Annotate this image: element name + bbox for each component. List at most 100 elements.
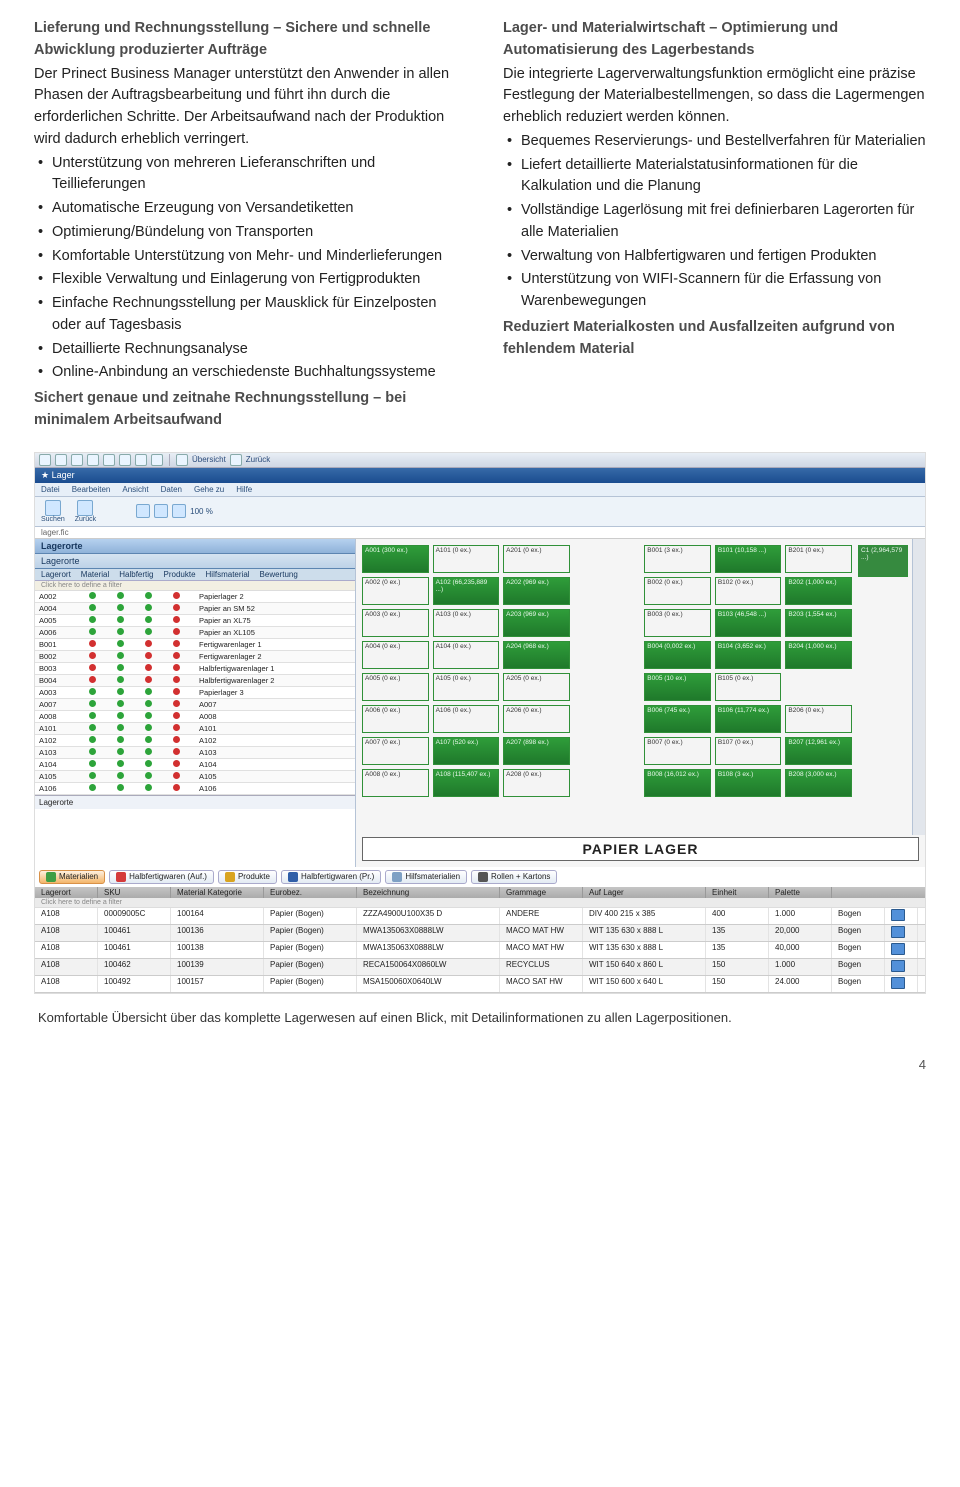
storage-cell[interactable]: A104 (0 ex.) [433, 641, 500, 669]
table-row[interactable]: A108100461100136Papier (Bogen)MWA135063X… [35, 925, 925, 942]
table-row[interactable]: A10800009005C100164Papier (Bogen)ZZZA490… [35, 908, 925, 925]
storage-cell[interactable]: A004 (0 ex.) [362, 641, 429, 669]
row-detail-icon[interactable] [891, 943, 905, 955]
column-header[interactable]: Grammage [500, 887, 583, 898]
column-header[interactable]: Palette [769, 887, 832, 898]
storage-cell[interactable]: A108 (115,407 ex.) [433, 769, 500, 797]
table-row[interactable]: A007A007 [35, 698, 355, 710]
table-row[interactable]: B002Fertigwarenlager 2 [35, 650, 355, 662]
menu-item[interactable]: Ansicht [122, 485, 148, 494]
row-detail-icon[interactable] [891, 977, 905, 989]
storage-cell[interactable]: B102 (0 ex.) [715, 577, 782, 605]
storage-cell[interactable]: A201 (0 ex.) [503, 545, 570, 573]
panel-head-lagerorte[interactable]: Lagerorte [35, 539, 355, 554]
table-row[interactable]: A108100462100139Papier (Bogen)RECA150064… [35, 959, 925, 976]
tab[interactable]: Rollen + Kartons [471, 870, 557, 884]
overview-icon[interactable] [176, 454, 188, 466]
column-header[interactable]: Bezeichnung [357, 887, 500, 898]
table-row[interactable]: A101A101 [35, 722, 355, 734]
storage-cell[interactable]: A206 (0 ex.) [503, 705, 570, 733]
storage-cell[interactable]: B204 (1,000 ex.) [785, 641, 852, 669]
row-detail-icon[interactable] [891, 909, 905, 921]
win-icon[interactable] [119, 454, 131, 466]
row-detail-icon[interactable] [891, 960, 905, 972]
table-row[interactable]: A002Papierlager 2 [35, 591, 355, 603]
table-row[interactable]: A108100461100138Papier (Bogen)MWA135063X… [35, 942, 925, 959]
storage-cell[interactable]: B005 (10 ex.) [644, 673, 711, 701]
storage-cell[interactable]: A006 (0 ex.) [362, 705, 429, 733]
storage-cell[interactable]: A001 (300 ex.) [362, 545, 429, 573]
storage-cell[interactable]: A002 (0 ex.) [362, 577, 429, 605]
storage-cell[interactable]: A103 (0 ex.) [433, 609, 500, 637]
column-header[interactable]: SKU [98, 887, 171, 898]
storage-cell[interactable]: B006 (745 ex.) [644, 705, 711, 733]
storage-cell[interactable]: A107 (520 ex.) [433, 737, 500, 765]
storage-cell[interactable]: B103 (46,548 ...) [715, 609, 782, 637]
column-header[interactable]: Halbfertig [119, 570, 153, 579]
storage-cell[interactable]: B106 (11,774 ex.) [715, 705, 782, 733]
storage-cell[interactable]: A205 (0 ex.) [503, 673, 570, 701]
storage-cell[interactable]: C1 (2,964,579 ...) [858, 545, 908, 577]
storage-cell[interactable]: B203 (1,554 ex.) [785, 609, 852, 637]
table-row[interactable]: A103A103 [35, 746, 355, 758]
tab[interactable]: Materialien [39, 870, 105, 884]
win-icon[interactable] [103, 454, 115, 466]
table-row[interactable]: A105A105 [35, 770, 355, 782]
column-header[interactable]: Lagerort [41, 570, 71, 579]
storage-cell[interactable]: A208 (0 ex.) [503, 769, 570, 797]
table-row[interactable]: A108100492100157Papier (Bogen)MSA150060X… [35, 976, 925, 993]
vscroll[interactable] [912, 539, 925, 835]
search-button[interactable]: Suchen [41, 500, 65, 523]
tab[interactable]: Halbfertigwaren (Auf.) [109, 870, 214, 884]
zoom-controls[interactable]: 100 % [136, 504, 213, 518]
column-header[interactable]: Auf Lager [583, 887, 706, 898]
storage-cell[interactable]: A008 (0 ex.) [362, 769, 429, 797]
storage-cell[interactable]: A203 (969 ex.) [503, 609, 570, 637]
storage-cell[interactable]: A106 (0 ex.) [433, 705, 500, 733]
storage-cell[interactable]: B201 (0 ex.) [785, 545, 852, 573]
back-button[interactable]: Zurück [75, 500, 96, 523]
table-row[interactable]: B004Halbfertigwarenlager 2 [35, 674, 355, 686]
storage-cell[interactable]: A003 (0 ex.) [362, 609, 429, 637]
column-header[interactable]: Hilfsmaterial [206, 570, 250, 579]
column-header[interactable]: Material Kategorie [171, 887, 264, 898]
menu-item[interactable]: Gehe zu [194, 485, 224, 494]
table-row[interactable]: A006Papier an XL105 [35, 626, 355, 638]
storage-cell[interactable]: B202 (1,000 ex.) [785, 577, 852, 605]
win-icon[interactable] [55, 454, 67, 466]
tab[interactable]: Halbfertigwaren (Pr.) [281, 870, 381, 884]
storage-cell[interactable]: B206 (0 ex.) [785, 705, 852, 733]
win-icon[interactable] [135, 454, 147, 466]
storage-cell[interactable]: A102 (66,235,889 ...) [433, 577, 500, 605]
menu-item[interactable]: Daten [161, 485, 182, 494]
column-header[interactable]: Eurobez. [264, 887, 357, 898]
storage-cell[interactable]: B208 (3,000 ex.) [785, 769, 852, 797]
back-label[interactable]: Zurück [246, 455, 270, 464]
table-row[interactable]: A003Papierlager 3 [35, 686, 355, 698]
panel-sub-lagerorte[interactable]: Lagerorte [35, 554, 355, 569]
back-icon[interactable] [230, 454, 242, 466]
storage-cell[interactable]: A207 (898 ex.) [503, 737, 570, 765]
win-icon[interactable] [151, 454, 163, 466]
storage-cell[interactable]: A202 (969 ex.) [503, 577, 570, 605]
storage-cell[interactable]: A005 (0 ex.) [362, 673, 429, 701]
filter-hint[interactable]: Click here to define a filter [35, 581, 355, 591]
zoom-first-icon[interactable] [136, 504, 150, 518]
table-row[interactable]: A104A104 [35, 758, 355, 770]
storage-cell[interactable]: B003 (0 ex.) [644, 609, 711, 637]
tab[interactable]: Produkte [218, 870, 277, 884]
storage-cell[interactable]: A101 (0 ex.) [433, 545, 500, 573]
tab[interactable]: Hilfsmaterialien [385, 870, 467, 884]
storage-cell[interactable]: B002 (0 ex.) [644, 577, 711, 605]
column-header[interactable]: Bewertung [260, 570, 298, 579]
table-row[interactable]: A004Papier an SM 52 [35, 602, 355, 614]
row-detail-icon[interactable] [891, 926, 905, 938]
column-header[interactable]: Einheit [706, 887, 769, 898]
storage-cell[interactable]: A105 (0 ex.) [433, 673, 500, 701]
table-row[interactable]: B003Halbfertigwarenlager 1 [35, 662, 355, 674]
win-icon[interactable] [71, 454, 83, 466]
storage-cell[interactable]: B004 (0,002 ex.) [644, 641, 711, 669]
storage-cell[interactable]: A007 (0 ex.) [362, 737, 429, 765]
storage-cell[interactable]: B007 (0 ex.) [644, 737, 711, 765]
table-row[interactable]: A008A008 [35, 710, 355, 722]
